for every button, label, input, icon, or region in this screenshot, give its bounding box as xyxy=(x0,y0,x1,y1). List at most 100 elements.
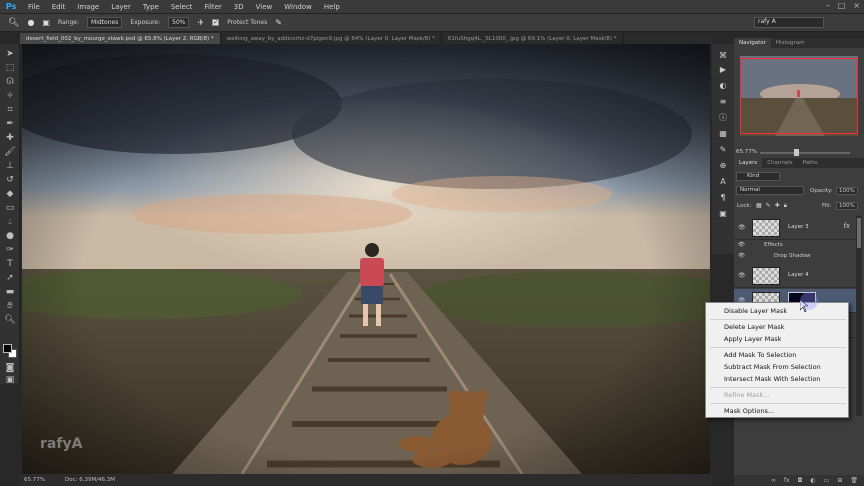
menu-item-disable-layer-mask[interactable]: Disable Layer Mask xyxy=(724,307,787,315)
paragraph-panel-icon[interactable]: ¶ xyxy=(717,192,729,204)
menu-item-intersect-mask-with-selection[interactable]: Intersect Mask With Selection xyxy=(724,375,820,383)
menu-help[interactable]: Help xyxy=(318,3,346,11)
airbrush-icon[interactable]: ✈︎ xyxy=(197,18,204,27)
add-style-icon[interactable]: fx xyxy=(784,477,790,484)
lasso-tool-icon[interactable]: ᘏ xyxy=(4,76,16,88)
actions-panel-icon[interactable]: ▶ xyxy=(717,64,729,76)
hand-tool-icon[interactable]: ✋︎ xyxy=(4,300,16,312)
new-adjustment-icon[interactable]: ◐ xyxy=(810,477,815,484)
opacity-input[interactable]: 100% xyxy=(836,187,858,195)
tab-layers[interactable]: Layers xyxy=(734,158,763,168)
pen-tool-icon[interactable]: ✑ xyxy=(4,244,16,256)
layers-scrollbar-thumb[interactable] xyxy=(857,218,861,248)
history-brush-tool-icon[interactable]: ↺ xyxy=(4,174,16,186)
zoom-tool-icon[interactable]: 🔍︎ xyxy=(4,314,16,326)
quick-select-tool-icon[interactable]: ✧ xyxy=(4,90,16,102)
menu-image[interactable]: Image xyxy=(71,3,105,11)
brush-panel-icon[interactable]: ✎ xyxy=(717,144,729,156)
tab-channels[interactable]: Channels xyxy=(762,158,797,168)
document-canvas[interactable]: rafyA xyxy=(22,44,710,474)
eyedropper-tool-icon[interactable]: ✒ xyxy=(4,118,16,130)
minimize-button[interactable]: – xyxy=(826,1,830,10)
visibility-eye-icon[interactable]: 👁︎ xyxy=(738,272,746,280)
layer-filter-select[interactable]: Kind xyxy=(736,172,780,181)
menu-item-mask-options[interactable]: Mask Options... xyxy=(724,407,774,415)
history-panel-icon[interactable]: ⌘ xyxy=(717,50,729,62)
menu-item-add-mask-to-selection[interactable]: Add Mask To Selection xyxy=(724,351,796,359)
tab-document-3[interactable]: 61fuShgq4L._SL1000_.jpg @ 69.1% (Layer 0… xyxy=(442,33,624,44)
path-select-tool-icon[interactable]: ➚ xyxy=(4,272,16,284)
menu-filter[interactable]: Filter xyxy=(198,3,227,11)
properties-panel-icon[interactable]: ≡ xyxy=(717,96,729,108)
fx-icon[interactable]: fx xyxy=(843,222,850,230)
menu-item-subtract-mask-from-selection[interactable]: Subtract Mask From Selection xyxy=(724,363,821,371)
styles-panel-icon[interactable]: ▣ xyxy=(717,208,729,220)
tab-histogram[interactable]: Histogram xyxy=(771,38,810,48)
pressure-icon[interactable]: ✎ xyxy=(275,18,282,27)
menu-item-delete-layer-mask[interactable]: Delete Layer Mask xyxy=(724,323,784,331)
crop-tool-icon[interactable]: ⌗ xyxy=(4,104,16,116)
eraser-tool-icon[interactable]: ◆ xyxy=(4,188,16,200)
gradient-tool-icon[interactable]: ▭ xyxy=(4,202,16,214)
screen-mode-icon[interactable]: ▣ xyxy=(4,374,16,386)
layers-scrollbar[interactable] xyxy=(856,216,862,416)
navigator-view-box[interactable] xyxy=(740,58,858,134)
healing-brush-tool-icon[interactable]: ✚ xyxy=(4,132,16,144)
tab-document-1[interactable]: desert_field_002_by_mourge_stawk.psd @ 6… xyxy=(20,33,221,44)
delete-layer-icon[interactable]: 🗑︎ xyxy=(850,477,858,484)
exposure-input[interactable]: 50% xyxy=(168,17,190,28)
new-layer-icon[interactable]: ⊞ xyxy=(837,477,842,484)
color-swatches[interactable] xyxy=(3,344,17,358)
link-layers-icon[interactable]: ∞ xyxy=(771,477,776,484)
brush-preset-icon[interactable]: ● xyxy=(27,18,34,27)
menu-file[interactable]: File xyxy=(22,3,46,11)
shape-tool-icon[interactable]: ▬ xyxy=(4,286,16,298)
navigator-zoom-value[interactable]: 65.77% xyxy=(736,149,757,155)
clone-stamp-tool-icon[interactable]: ⊥ xyxy=(4,160,16,172)
brush-panel-icon[interactable]: ▣ xyxy=(42,18,50,27)
lock-icons[interactable]: ▦✎✚🔒︎ xyxy=(756,202,791,210)
drop-shadow-visibility-eye-icon[interactable]: 👁︎ xyxy=(738,253,745,259)
menu-edit[interactable]: Edit xyxy=(46,3,72,11)
blend-mode-select[interactable]: Normal xyxy=(736,186,804,195)
zoom-readout[interactable]: 65.77% xyxy=(24,477,45,483)
layer-row[interactable]: 👁︎ Layer 4 xyxy=(734,264,856,288)
dodge-tool-icon[interactable]: 🔍︎ xyxy=(8,18,19,28)
foreground-color-swatch[interactable] xyxy=(3,344,12,353)
tab-document-2[interactable]: walking_away_by_addicortiz-d7pigen9.jpg … xyxy=(221,33,442,44)
menu-layer[interactable]: Layer xyxy=(105,3,137,11)
layer-row[interactable]: 👁︎ Layer 3 fx xyxy=(734,216,856,240)
workspace-select[interactable]: rafy A xyxy=(754,17,824,28)
clone-source-panel-icon[interactable]: ⊕ xyxy=(717,160,729,172)
visibility-eye-icon[interactable]: 👁︎ xyxy=(738,224,746,232)
menu-3d[interactable]: 3D xyxy=(228,3,250,11)
new-group-icon[interactable]: ▭ xyxy=(824,477,830,484)
blur-tool-icon[interactable]: 💧︎ xyxy=(4,216,16,228)
navigator-zoom-knob[interactable] xyxy=(794,149,799,156)
swatches-panel-icon[interactable]: ▦ xyxy=(717,128,729,140)
protect-tones-checkbox[interactable]: ✓ xyxy=(212,19,220,26)
navigator-zoom-slider[interactable] xyxy=(760,152,850,154)
quick-mask-icon[interactable]: ◙ xyxy=(4,362,16,374)
range-select[interactable]: Midtones xyxy=(87,17,123,28)
menu-view[interactable]: View xyxy=(250,3,279,11)
character-panel-icon[interactable]: A xyxy=(717,176,729,188)
close-button[interactable]: × xyxy=(853,1,860,10)
marquee-tool-icon[interactable]: ⬚ xyxy=(4,62,16,74)
type-tool-icon[interactable]: T xyxy=(4,258,16,270)
adjustments-panel-icon[interactable]: ◐ xyxy=(717,80,729,92)
fill-input[interactable]: 100% xyxy=(836,202,858,210)
move-tool-icon[interactable]: ➤ xyxy=(4,48,16,60)
effects-visibility-eye-icon[interactable]: 👁︎ xyxy=(738,242,745,248)
menu-select[interactable]: Select xyxy=(165,3,199,11)
tab-paths[interactable]: Paths xyxy=(798,158,823,168)
menu-window[interactable]: Window xyxy=(278,3,318,11)
brush-tool-icon[interactable]: 🖌︎ xyxy=(4,146,16,158)
dodge-tool-icon[interactable]: ● xyxy=(4,230,16,242)
add-mask-icon[interactable]: ◘ xyxy=(798,477,803,484)
tab-navigator[interactable]: Navigator xyxy=(734,38,771,48)
menu-item-apply-layer-mask[interactable]: Apply Layer Mask xyxy=(724,335,781,343)
menu-type[interactable]: Type xyxy=(137,3,165,11)
info-panel-icon[interactable]: ⓘ xyxy=(717,112,729,124)
maximize-button[interactable]: □ xyxy=(838,1,846,10)
